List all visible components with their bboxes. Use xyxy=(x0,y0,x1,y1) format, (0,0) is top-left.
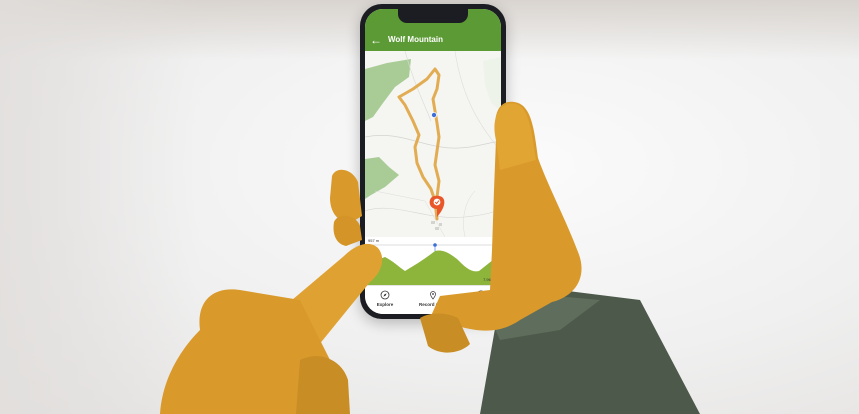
left-glove xyxy=(330,169,362,223)
snowy-background: ← Wolf Mountain 957 m Explore Record rou… xyxy=(0,0,859,414)
phone-notch xyxy=(398,9,468,23)
gloved-hands xyxy=(160,101,700,414)
left-glove-middle-finger xyxy=(333,215,362,246)
right-glove-thumb xyxy=(494,103,536,170)
left-glove-lower-fingers xyxy=(296,356,350,414)
